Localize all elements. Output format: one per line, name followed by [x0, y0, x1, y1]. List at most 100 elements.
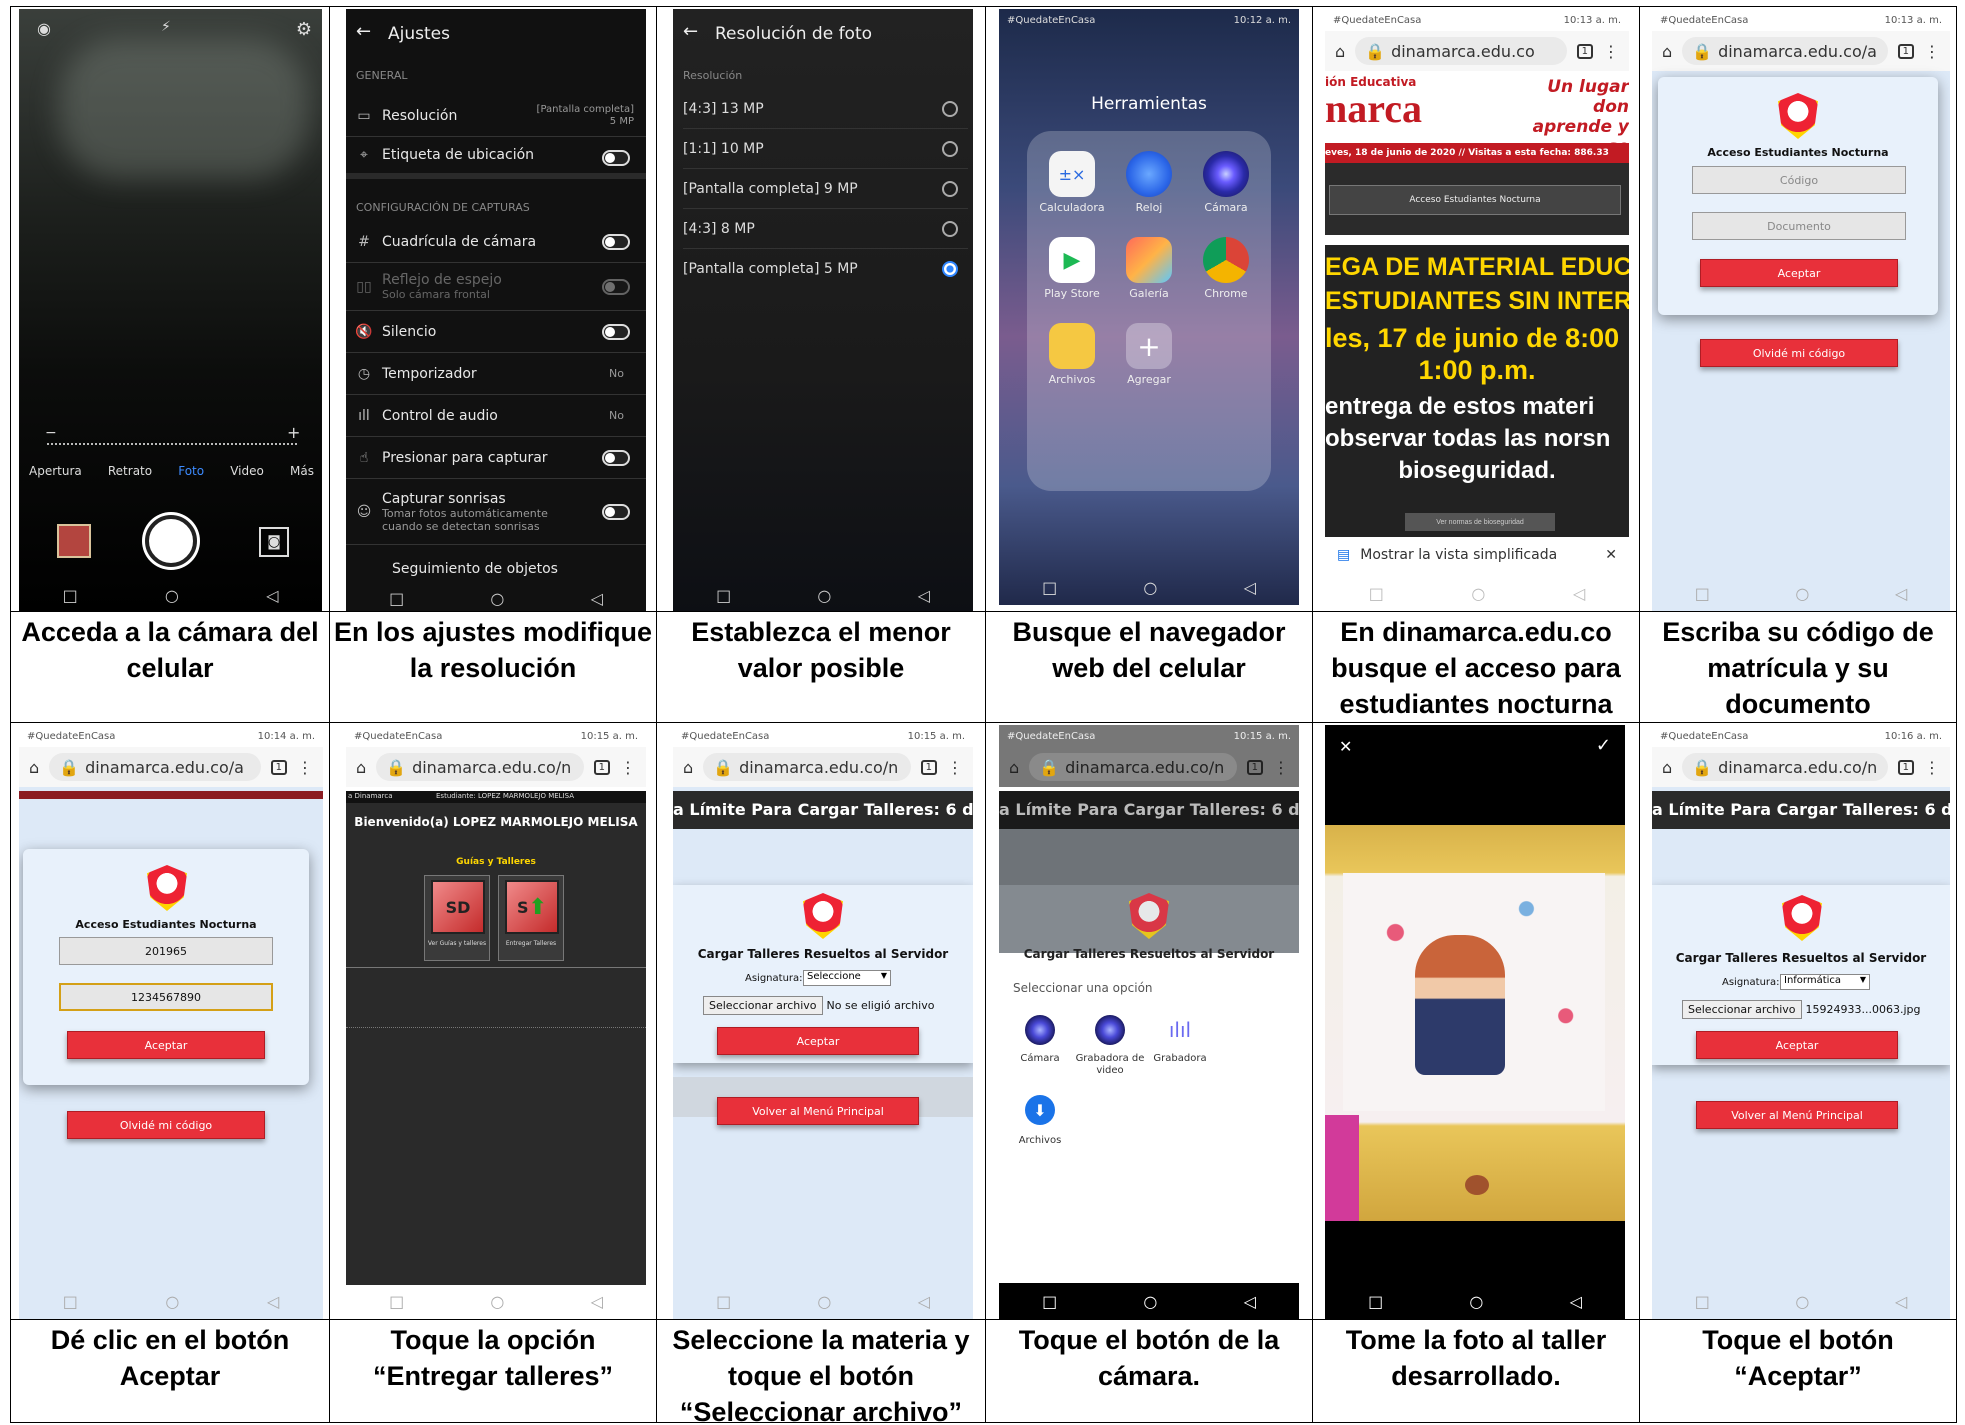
mode-retrato[interactable]: Retrato	[108, 464, 152, 478]
home-icon[interactable]: ⌂	[1662, 758, 1672, 777]
back-arrow-icon[interactable]: ←	[683, 21, 698, 42]
files-option-icon[interactable]: ⬇	[1025, 1095, 1055, 1125]
nav-back-icon[interactable]: ◁	[1895, 584, 1907, 603]
nav-recents-icon[interactable]: □	[716, 1292, 731, 1311]
silencio-toggle[interactable]	[602, 324, 630, 340]
nav-recents-icon[interactable]: □	[1368, 1292, 1383, 1311]
nav-recents-icon[interactable]: □	[389, 589, 404, 608]
documento-input[interactable]: Documento	[1692, 212, 1906, 240]
simplified-view-bar[interactable]: ▤ Mostrar la vista simplificada ✕	[1325, 537, 1629, 573]
gallery-icon[interactable]	[1126, 237, 1172, 283]
menu-dots-icon[interactable]: ⋮	[947, 758, 963, 777]
option-5mp[interactable]: [Pantalla completa] 5 MP	[683, 249, 968, 289]
olvide-codigo-button[interactable]: Olvidé mi código	[1700, 339, 1898, 367]
nav-back-icon[interactable]: ◁	[1895, 1292, 1907, 1311]
presionar-toggle[interactable]	[602, 450, 630, 466]
video-recorder-option-icon[interactable]	[1095, 1015, 1125, 1045]
nav-back-icon[interactable]: ◁	[267, 1292, 279, 1311]
camera-option-icon[interactable]	[1025, 1015, 1055, 1045]
url-field[interactable]: 🔒 dinamarca.edu.co/n	[1682, 753, 1888, 781]
option-5mp-radio-selected[interactable]	[942, 261, 958, 277]
nav-home-icon[interactable]: ○	[817, 586, 831, 605]
files-icon[interactable]	[1049, 323, 1095, 369]
mode-foto[interactable]: Foto	[178, 464, 204, 478]
seleccionar-archivo-button[interactable]: Seleccionar archivo	[1682, 999, 1802, 1019]
play-store-icon[interactable]: ▶	[1049, 237, 1095, 283]
option-13mp[interactable]: [4:3] 13 MP	[683, 89, 968, 129]
home-icon[interactable]: ⌂	[356, 758, 366, 777]
chrome-icon[interactable]	[1203, 237, 1249, 283]
row-resolucion[interactable]: ▭ Resolución [Pantalla completa] 5 MP	[346, 95, 646, 137]
option-9mp-radio[interactable]	[942, 181, 958, 197]
menu-dots-icon[interactable]: ⋮	[297, 758, 313, 777]
home-icon[interactable]: ⌂	[1662, 42, 1672, 61]
menu-dots-icon[interactable]: ⋮	[1924, 42, 1940, 61]
nav-back-icon[interactable]: ◁	[918, 586, 930, 605]
nav-home-icon[interactable]: ○	[1471, 584, 1485, 603]
documento-input[interactable]: 1234567890	[59, 983, 273, 1011]
add-icon[interactable]: +	[1126, 323, 1172, 369]
row-control-audio[interactable]: ıll Control de audio No	[346, 395, 646, 437]
volver-menu-button[interactable]: Volver al Menú Principal	[717, 1097, 919, 1125]
ver-guias-button[interactable]: SD Ver Guías y talleres	[424, 875, 490, 961]
calculator-icon[interactable]: ±×	[1049, 151, 1095, 197]
shutter-button[interactable]	[145, 515, 197, 567]
nav-recents-icon[interactable]: □	[63, 586, 78, 605]
row-seguimiento-label[interactable]: Seguimiento de objetos	[392, 561, 558, 577]
row-silencio[interactable]: 🔇 Silencio	[346, 311, 646, 353]
option-10mp-radio[interactable]	[942, 141, 958, 157]
olvide-codigo-button[interactable]: Olvidé mi código	[67, 1111, 265, 1139]
menu-dots-icon[interactable]: ⋮	[1273, 758, 1289, 777]
row-temporizador[interactable]: ◷ Temporizador No	[346, 353, 646, 395]
asignatura-select[interactable]: Seleccione ▼	[803, 970, 891, 986]
nav-recents-icon[interactable]: □	[1042, 1292, 1057, 1311]
nav-back-icon[interactable]: ◁	[1244, 578, 1256, 597]
option-13mp-radio[interactable]	[942, 101, 958, 117]
row-etiqueta[interactable]: ⌖ Etiqueta de ubicación	[346, 137, 646, 179]
nav-back-icon[interactable]: ◁	[1573, 584, 1585, 603]
nav-recents-icon[interactable]: □	[1695, 1292, 1710, 1311]
url-field[interactable]: 🔒 dinamarca.edu.co/n	[703, 753, 911, 781]
mode-apertura[interactable]: Apertura	[29, 464, 82, 478]
mode-video[interactable]: Video	[230, 464, 264, 478]
nav-back-icon[interactable]: ◁	[591, 589, 603, 608]
option-8mp-radio[interactable]	[942, 221, 958, 237]
gallery-thumbnail[interactable]	[57, 524, 91, 558]
close-icon[interactable]: ✕	[1339, 737, 1352, 756]
nav-home-icon[interactable]: ○	[1143, 1292, 1157, 1311]
url-field[interactable]: 🔒 dinamarca.edu.co/n	[1029, 753, 1237, 781]
nav-home-icon[interactable]: ○	[490, 1292, 504, 1311]
home-icon[interactable]: ⌂	[1009, 758, 1019, 777]
home-icon[interactable]: ⌂	[683, 758, 693, 777]
option-8mp[interactable]: [4:3] 8 MP	[683, 209, 968, 249]
nav-back-icon[interactable]: ◁	[591, 1292, 603, 1311]
tabs-icon[interactable]: 1	[270, 759, 287, 775]
lens-icon[interactable]: ◉	[37, 19, 51, 38]
url-field[interactable]: 🔒 dinamarca.edu.co	[1355, 37, 1567, 65]
nav-back-icon[interactable]: ◁	[918, 1292, 930, 1311]
mode-mas[interactable]: Más	[290, 464, 314, 478]
row-presionar[interactable]: ☝ Presionar para capturar	[346, 437, 646, 479]
codigo-input[interactable]: Código	[1692, 166, 1906, 194]
asignatura-select[interactable]: Informática ▼	[1780, 974, 1870, 990]
row-cuadricula[interactable]: # Cuadrícula de cámara	[346, 221, 646, 263]
zoom-plus-icon[interactable]: +	[287, 423, 300, 442]
aceptar-button[interactable]: Aceptar	[1700, 259, 1898, 287]
tabs-icon[interactable]: 1	[1897, 43, 1914, 59]
nav-home-icon[interactable]: ○	[1143, 578, 1157, 597]
home-icon[interactable]: ⌂	[29, 758, 39, 777]
confirm-check-icon[interactable]: ✓	[1596, 735, 1611, 756]
back-arrow-icon[interactable]: ←	[356, 21, 371, 42]
nav-back-icon[interactable]: ◁	[266, 586, 278, 605]
close-icon[interactable]: ✕	[1605, 547, 1617, 563]
audio-recorder-option-icon[interactable]: ılıl	[1165, 1015, 1195, 1045]
access-nocturna-button[interactable]: Acceso Estudiantes Nocturna	[1329, 185, 1621, 215]
nav-recents-icon[interactable]: □	[716, 586, 731, 605]
aceptar-button[interactable]: Aceptar	[1696, 1031, 1898, 1059]
seleccionar-archivo-button[interactable]: Seleccionar archivo	[703, 995, 823, 1015]
switch-camera-icon[interactable]: ◙	[259, 527, 289, 557]
nav-home-icon[interactable]: ○	[490, 589, 504, 608]
volver-menu-button[interactable]: Volver al Menú Principal	[1696, 1101, 1898, 1129]
option-10mp[interactable]: [1:1] 10 MP	[683, 129, 968, 169]
menu-dots-icon[interactable]: ⋮	[1924, 758, 1940, 777]
